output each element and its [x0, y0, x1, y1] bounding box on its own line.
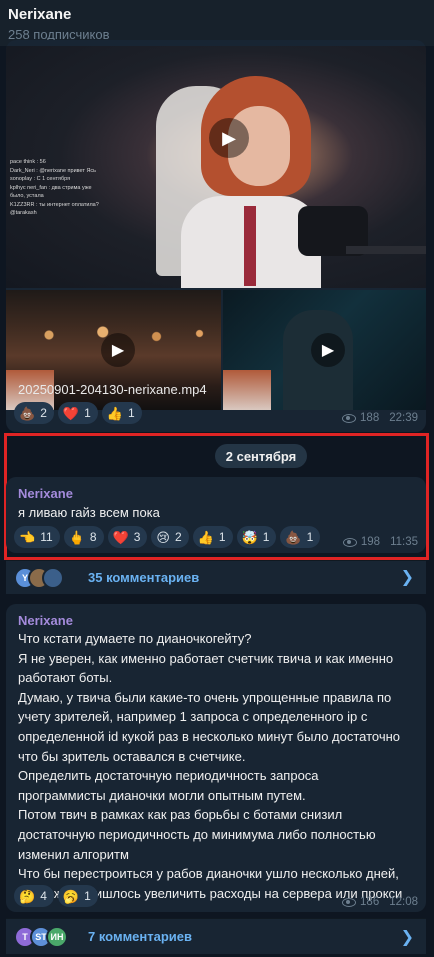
view-count: 186 [360, 896, 380, 908]
reaction-thumbs-up[interactable]: 👍 1 [101, 402, 142, 424]
play-icon[interactable]: ▶ [311, 333, 345, 367]
reaction-heart[interactable]: ❤️ 1 [57, 402, 98, 424]
heart-emoji: ❤️ [112, 529, 129, 545]
text-post: Nerixane Что кстати думаете по дианочког… [6, 604, 426, 912]
text-line: достаточную периодичность до минимума ли… [18, 826, 376, 842]
reaction-thinking[interactable]: 🤔 4 [14, 885, 54, 907]
thinking-emoji: 🤔 [19, 888, 36, 904]
reaction-count: 1 [84, 406, 91, 420]
reaction-count: 1 [218, 530, 226, 544]
reaction-crying[interactable]: 😢 2 [151, 526, 189, 548]
avatar: ИН [46, 926, 68, 948]
reaction-poo[interactable]: 💩 1 [280, 526, 321, 548]
reaction-count: 2 [40, 406, 47, 420]
reaction-count: 4 [40, 889, 47, 903]
post-author[interactable]: Nerixane [18, 486, 73, 501]
reaction-count: 1 [84, 889, 91, 903]
reaction-count: 2 [174, 530, 182, 544]
crying-emoji: 😢 [156, 529, 170, 545]
poo-emoji: 💩 [19, 405, 36, 421]
poo-emoji: 💩 [285, 529, 302, 545]
text-line: определенной id кукой раз в несколько ми… [18, 728, 401, 744]
post-meta: 188 22:39 [342, 412, 418, 424]
reaction-heart[interactable]: ❤️ 3 [107, 526, 148, 548]
commenter-avatars: Y [14, 567, 74, 589]
yawning-emoji: 🥱 [62, 888, 80, 904]
chat-line: kplhyc neri_fan : два стрима уже [10, 184, 92, 191]
heart-emoji: ❤️ [62, 405, 80, 421]
post-time: 22:39 [389, 412, 418, 424]
chat-line: Dark_Neri : @nerixane привет Ясь [10, 167, 97, 174]
stream-chat-overlay: pace think : 56 Dark_Neri : @nerixane пр… [10, 158, 130, 218]
reaction-count: 1 [306, 530, 314, 544]
reaction-count: 8 [89, 530, 97, 544]
text-line: Определить достаточную периодичность зап… [18, 768, 319, 784]
eye-icon [342, 413, 357, 423]
text-post: Nerixane я ливаю гайз всем пока 👈 11 🖕 8 ❤… [6, 477, 426, 553]
reaction-count: 3 [133, 530, 141, 544]
eye-icon [342, 897, 357, 907]
reaction-middle-finger[interactable]: 🖕 8 [63, 526, 104, 548]
thumbs-up-emoji: 👍 [197, 529, 214, 545]
text-line: что бы зритель оставался в счетчике. [18, 748, 246, 764]
commenter-avatars: T ST ИН [14, 926, 74, 948]
post-meta: 186 12:08 [342, 896, 418, 908]
text-line: Потом твич в рамках как раз борьбы с бот… [18, 807, 343, 823]
post-time: 12:08 [389, 896, 418, 908]
text-line: учету зрителей, например 1 запроса с опр… [18, 709, 368, 725]
point-left-emoji: 👈 [19, 529, 36, 545]
reaction-point-left[interactable]: 👈 11 [14, 526, 60, 548]
reactions-bar: 🤔 4 🥱 1 [14, 885, 98, 907]
reactions-bar: 👈 11 🖕 8 ❤️ 3 😢 2 👍 1 🤯 1 💩 1 [14, 526, 321, 548]
post-text: я ливаю гайз всем пока [18, 505, 160, 520]
text-line: работают боты. [18, 670, 113, 686]
comments-count: 35 комментариев [88, 570, 200, 585]
middle-finger-emoji: 🖕 [68, 529, 85, 545]
comments-count: 7 комментариев [88, 929, 193, 944]
stream-video-thumbnail[interactable]: pace think : 56 Dark_Neri : @nerixane пр… [6, 46, 426, 288]
chat-line: K1ZZ3RR : ты интернет оплатила? [10, 201, 99, 208]
date-separator: 2 сентября [215, 444, 307, 468]
text-line: Что кстати думаете по дианочкогейту? [18, 631, 252, 646]
chevron-right-icon: ❯ [400, 569, 414, 586]
reaction-count: 11 [40, 530, 53, 544]
reaction-poo[interactable]: 💩 2 [14, 402, 54, 424]
chevron-right-icon: ❯ [400, 929, 414, 946]
video-filename[interactable]: 20250901-204130-nerixane.mp4 [18, 382, 207, 397]
reaction-count: 1 [127, 406, 135, 420]
video-thumbnail-dark[interactable]: ▶ [223, 290, 426, 410]
reaction-mind-blown[interactable]: 🤯 1 [236, 526, 277, 548]
text-line: изменил алгоритм [18, 846, 129, 862]
text-line: Думаю, у твича были какие-то очень упрощ… [18, 689, 392, 705]
reaction-yawning[interactable]: 🥱 1 [57, 885, 98, 907]
chat-line: @tarakash [10, 210, 37, 216]
comments-link[interactable]: Y 35 комментариев ❯ [6, 560, 426, 594]
thumbs-up-emoji: 👍 [106, 405, 123, 421]
post-text: Что кстати думаете по дианочкогейту? Я н… [18, 629, 422, 903]
comments-link[interactable]: T ST ИН 7 комментариев ❯ [6, 918, 426, 954]
text-line: Что бы перестроиться у рабов дианочки уш… [18, 866, 399, 882]
reactions-bar: 💩 2 ❤️ 1 👍 1 [14, 402, 142, 424]
text-line: программисты дианочки могли опытным путе… [18, 787, 306, 803]
view-count: 198 [360, 536, 381, 548]
mind-blown-emoji: 🤯 [241, 529, 258, 545]
eye-icon [342, 537, 357, 547]
chat-line: sonoplay : С 1 сентября [10, 176, 71, 182]
reaction-thumbs-up[interactable]: 👍 1 [192, 526, 233, 548]
avatar [42, 567, 64, 589]
post-author[interactable]: Nerixane [18, 613, 73, 628]
play-icon[interactable]: ▶ [209, 118, 249, 158]
view-count: 188 [360, 412, 380, 424]
channel-title: Nerixane [8, 6, 72, 23]
play-icon[interactable]: ▶ [101, 333, 135, 367]
chat-line: было, устала [10, 193, 44, 199]
post-meta: 198 11:35 [342, 536, 418, 548]
post-time: 11:35 [390, 536, 418, 548]
chat-line: pace think : 56 [10, 159, 46, 165]
text-line: Я не уверен, как именно работает счетчик… [18, 650, 394, 666]
reaction-count: 1 [262, 530, 270, 544]
video-post: pace think : 56 Dark_Neri : @nerixane пр… [6, 40, 426, 432]
